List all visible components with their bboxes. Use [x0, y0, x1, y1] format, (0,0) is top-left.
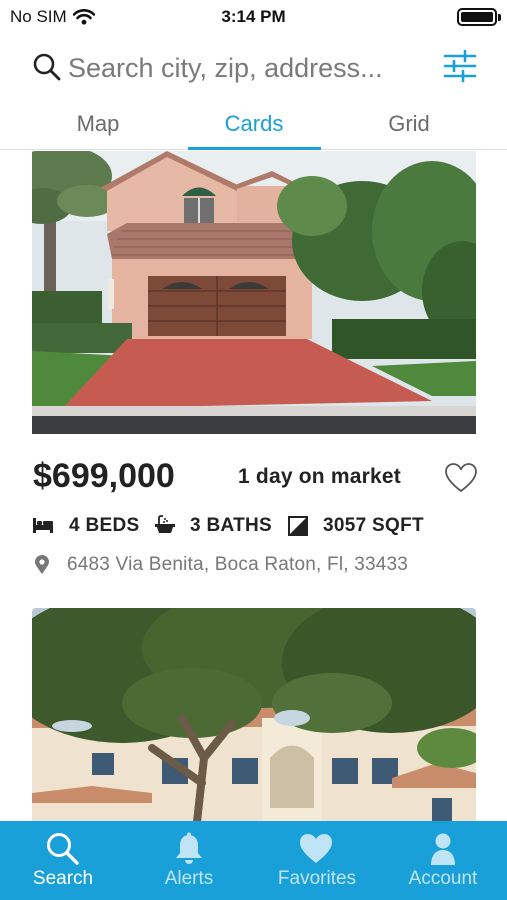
- house-photo-image: [32, 608, 476, 822]
- heart-icon: [300, 834, 332, 863]
- view-tabs: Map Cards Grid: [0, 100, 507, 150]
- search-bar: [0, 44, 507, 92]
- nav-account[interactable]: Account: [380, 821, 506, 900]
- tab-cards[interactable]: Cards: [189, 100, 319, 150]
- listing-address: 6483 Via Benita, Boca Raton, Fl, 33433: [67, 554, 409, 575]
- listing-address-row: 6483 Via Benita, Boca Raton, Fl, 33433: [32, 552, 472, 580]
- filter-sliders-icon[interactable]: [443, 48, 477, 84]
- tab-map[interactable]: Map: [33, 100, 163, 150]
- status-time: 3:14 PM: [221, 7, 286, 26]
- nav-favorites[interactable]: Favorites: [254, 821, 380, 900]
- nav-label: Alerts: [164, 868, 214, 889]
- beds-count: 4 BEDS: [69, 515, 140, 536]
- listing-photo[interactable]: [32, 608, 476, 822]
- nav-search[interactable]: Search: [0, 821, 126, 900]
- nav-label: Account: [408, 868, 478, 889]
- bed-icon: [33, 518, 53, 533]
- location-pin-icon: [35, 555, 49, 574]
- area-icon: [288, 516, 308, 536]
- tab-grid[interactable]: Grid: [344, 100, 474, 150]
- favorite-heart-icon[interactable]: [444, 462, 478, 494]
- listing-photo[interactable]: [32, 151, 476, 434]
- nav-label: Search: [32, 868, 94, 889]
- active-tab-indicator: [188, 147, 321, 150]
- status-bar: No SIM 3:14 PM: [0, 0, 507, 34]
- baths-count: 3 BATHS: [190, 515, 272, 536]
- listing-price: $699,000: [33, 457, 175, 495]
- bell-icon: [176, 832, 202, 864]
- search-icon: [33, 53, 61, 81]
- sqft-value: 3057 SQFT: [323, 515, 424, 536]
- house-photo-image: [32, 151, 476, 434]
- search-icon: [47, 833, 79, 865]
- nav-label: Favorites: [277, 868, 357, 889]
- search-input[interactable]: [68, 48, 428, 88]
- battery-icon: [457, 8, 501, 26]
- days-on-market: 1 day on market: [238, 465, 401, 488]
- bottom-tab-bar: Search Alerts Favorites Account: [0, 821, 507, 900]
- nav-alerts[interactable]: Alerts: [126, 821, 252, 900]
- bathtub-icon: [155, 515, 175, 533]
- listing-specs: 4 BEDS 3 BATHS 3057 SQFT: [32, 512, 472, 542]
- person-icon: [431, 833, 455, 865]
